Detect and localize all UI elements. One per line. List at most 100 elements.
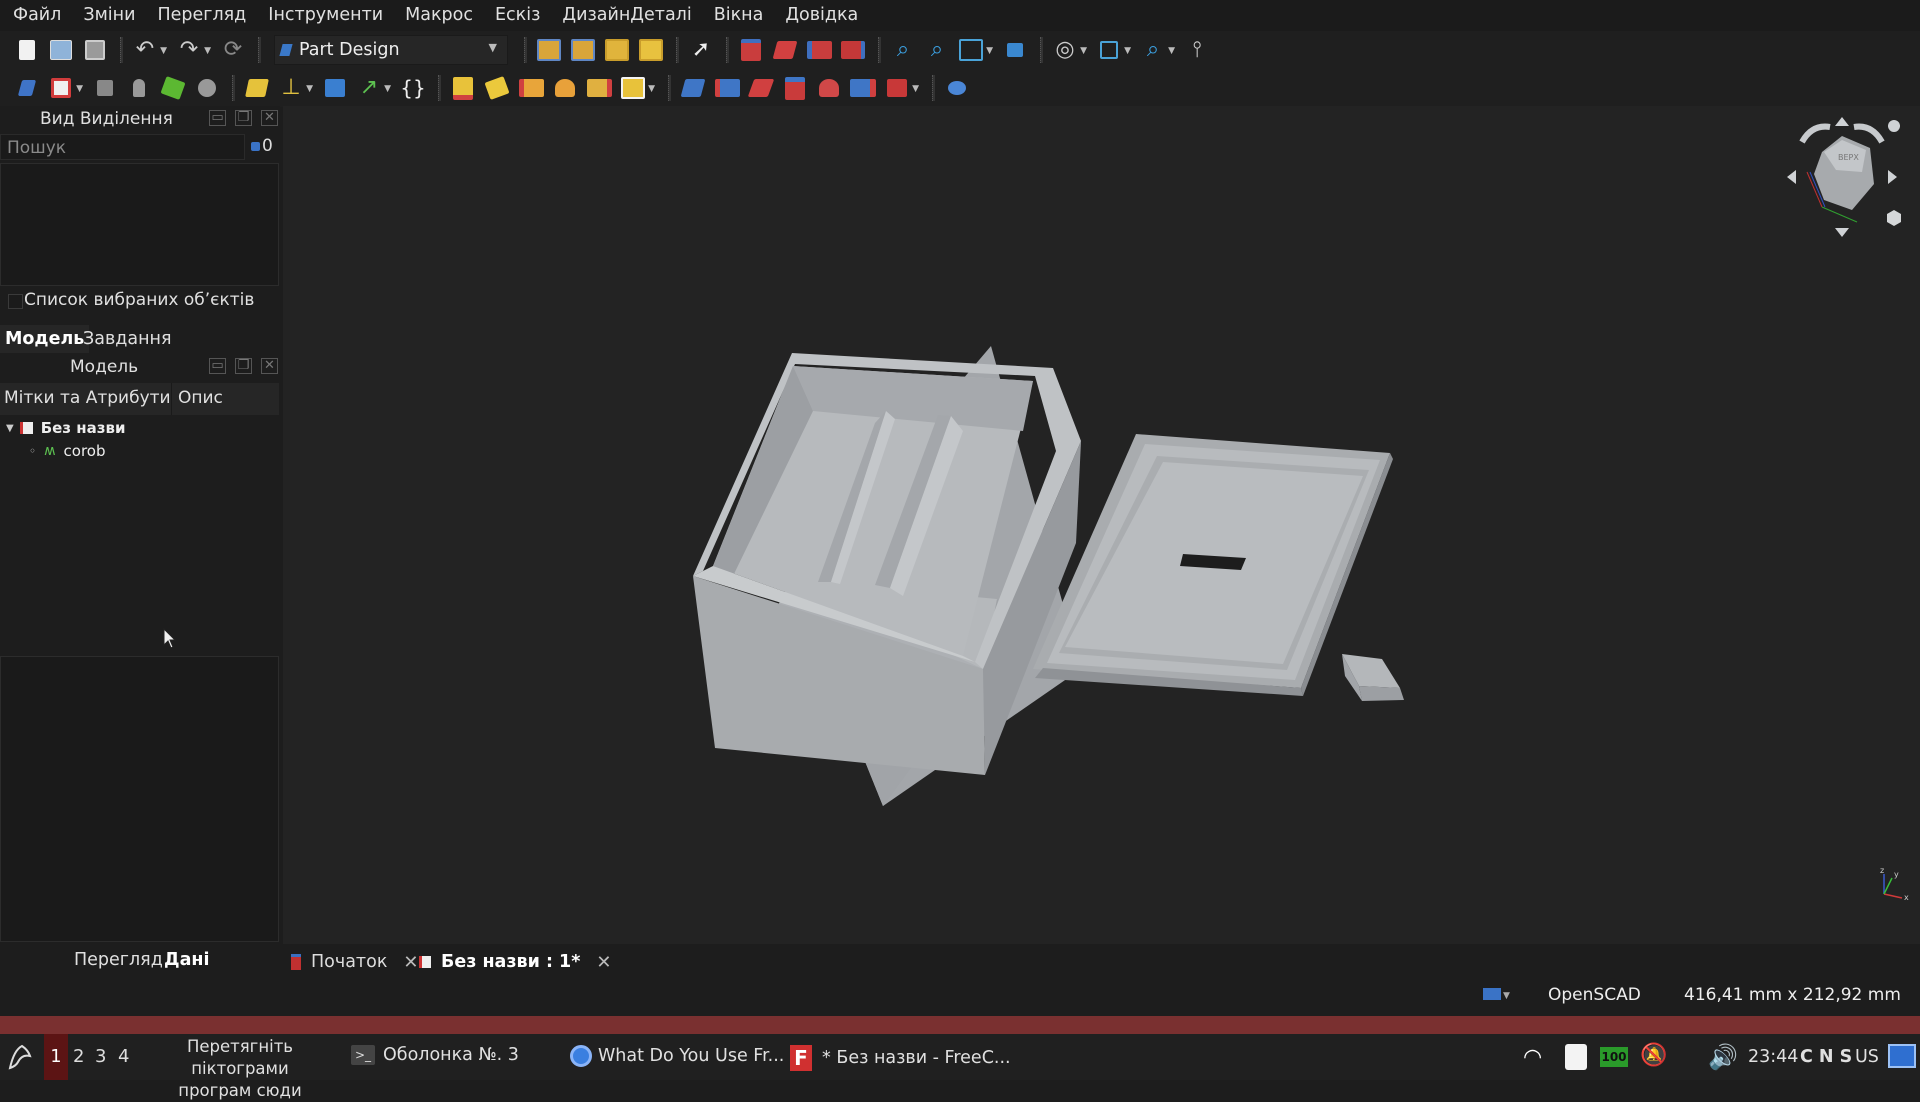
mirror-icon[interactable] bbox=[850, 75, 876, 101]
zoom-icon[interactable]: ⌕ ▼ bbox=[1140, 37, 1175, 63]
isometric-view-icon[interactable]: ▼ bbox=[1096, 37, 1131, 63]
visibility-eye-icon[interactable]: ◦ bbox=[29, 444, 36, 458]
menu-sketch[interactable]: Ескіз bbox=[484, 0, 551, 31]
tree-item-document[interactable]: ▼ Без назви bbox=[6, 419, 125, 437]
dock-float-icon[interactable]: ▭ bbox=[209, 110, 226, 126]
part-icon[interactable]: ▼ bbox=[48, 75, 83, 101]
attach-sketch-icon[interactable] bbox=[604, 37, 630, 63]
property-view[interactable] bbox=[0, 656, 279, 942]
draw-style-icon[interactable]: ◎ ▼ bbox=[1052, 37, 1087, 63]
tab-tasks[interactable]: Завдання bbox=[78, 325, 177, 353]
fillet-icon[interactable] bbox=[680, 75, 706, 101]
task-freecad[interactable]: F * Без назви - FreeC... bbox=[790, 1045, 1011, 1071]
selection-list[interactable] bbox=[0, 163, 279, 286]
save-icon[interactable] bbox=[82, 37, 108, 63]
pad-icon[interactable] bbox=[244, 75, 270, 101]
start-menu-icon[interactable] bbox=[6, 1042, 34, 1072]
workspace-1[interactable]: 1 bbox=[44, 1034, 68, 1080]
revolution-icon[interactable] bbox=[552, 75, 578, 101]
box-zoom-icon[interactable] bbox=[1002, 37, 1028, 63]
pocket-feature-icon[interactable] bbox=[484, 75, 510, 101]
menu-help[interactable]: Довідка bbox=[774, 0, 869, 31]
view-front-icon[interactable] bbox=[738, 37, 764, 63]
3d-viewport[interactable]: ВЕРХ z y x bbox=[283, 106, 1920, 944]
axis-icon[interactable]: ⊥ ▼ bbox=[278, 75, 313, 101]
tab-start-page[interactable]: Початок ✕ bbox=[291, 949, 419, 975]
search-input[interactable]: Пошук bbox=[0, 134, 245, 160]
view-rear-icon[interactable] bbox=[840, 37, 866, 63]
sub-shape-binder-icon[interactable] bbox=[160, 75, 186, 101]
expression-icon[interactable]: {} bbox=[400, 75, 426, 101]
workbench-selector[interactable]: Part Design ▼ bbox=[274, 35, 508, 65]
dock-detach-icon[interactable]: ❐ bbox=[235, 110, 252, 126]
close-icon[interactable]: ✕ bbox=[403, 952, 418, 973]
standard-views-icon[interactable]: ▼ bbox=[958, 37, 993, 63]
datum-icon[interactable] bbox=[194, 75, 220, 101]
thickness-icon[interactable] bbox=[782, 75, 808, 101]
lid-model[interactable] bbox=[1033, 434, 1393, 696]
keyboard-layout[interactable]: US bbox=[1855, 1047, 1879, 1067]
task-browser[interactable]: What Do You Use Fr... bbox=[570, 1045, 784, 1067]
new-sketch-icon[interactable] bbox=[570, 37, 596, 63]
open-document-icon[interactable] bbox=[48, 37, 74, 63]
navigation-style-label[interactable]: OpenSCAD bbox=[1548, 985, 1641, 1005]
clock[interactable]: 23:44 bbox=[1748, 1047, 1798, 1067]
groove-icon[interactable] bbox=[586, 75, 612, 101]
wifi-icon[interactable]: ◠ bbox=[1523, 1045, 1542, 1070]
column-labels[interactable]: Мітки та Атрибути bbox=[4, 388, 171, 408]
menu-tools[interactable]: Інструменти bbox=[257, 0, 394, 31]
shape-binder-icon[interactable] bbox=[126, 75, 152, 101]
battery-icon[interactable]: 100 bbox=[1600, 1047, 1628, 1067]
subtractive-icon[interactable] bbox=[816, 75, 842, 101]
tree-item-corob[interactable]: ◦ ʍ corob bbox=[29, 442, 106, 460]
boolean-icon[interactable] bbox=[944, 75, 970, 101]
folder-icon[interactable] bbox=[322, 75, 348, 101]
menu-file[interactable]: Файл bbox=[0, 0, 72, 31]
workspace-3[interactable]: 3 bbox=[95, 1046, 106, 1067]
hole-icon[interactable] bbox=[518, 75, 544, 101]
dock-float-icon[interactable]: ▭ bbox=[209, 358, 226, 374]
menu-edit[interactable]: Зміни bbox=[72, 0, 146, 31]
fit-selection-icon[interactable]: ⌕ bbox=[924, 37, 950, 63]
menu-part-design[interactable]: ДизайнДеталі bbox=[551, 0, 702, 31]
redo-icon[interactable]: ↷ ▼ bbox=[176, 37, 211, 63]
refresh-icon[interactable]: ⟳ bbox=[220, 37, 246, 63]
chamfer-icon[interactable] bbox=[714, 75, 740, 101]
expand-arrow-icon[interactable]: ▼ bbox=[6, 423, 14, 434]
menu-windows[interactable]: Вікна bbox=[703, 0, 775, 31]
dock-detach-icon[interactable]: ❐ bbox=[235, 358, 252, 374]
clipboard-icon[interactable] bbox=[1565, 1044, 1587, 1070]
menu-macro[interactable]: Макрос bbox=[394, 0, 484, 31]
close-icon[interactable]: ✕ bbox=[596, 952, 611, 973]
column-divider[interactable] bbox=[171, 383, 172, 415]
dock-close-icon[interactable]: ✕ bbox=[261, 358, 278, 374]
workspace-4[interactable]: 4 bbox=[118, 1046, 129, 1067]
workspace-2[interactable]: 2 bbox=[73, 1046, 84, 1067]
pad-feature-icon[interactable] bbox=[450, 75, 476, 101]
dock-close-icon[interactable]: ✕ bbox=[261, 110, 278, 126]
view-top-icon[interactable] bbox=[772, 37, 798, 63]
clone-icon[interactable] bbox=[92, 75, 118, 101]
notifications-muted-icon[interactable]: 🔕 bbox=[1640, 1043, 1667, 1068]
new-document-icon[interactable] bbox=[14, 37, 40, 63]
tab-property-view[interactable]: Перегляд bbox=[74, 948, 163, 972]
tab-property-data[interactable]: Дані bbox=[164, 948, 210, 972]
additive-primitive-icon[interactable]: ▼ bbox=[620, 75, 655, 101]
undo-icon[interactable]: ↶ ▼ bbox=[132, 37, 167, 63]
column-description[interactable]: Опис bbox=[178, 388, 223, 408]
small-block-model[interactable] bbox=[1342, 654, 1404, 701]
measure-icon[interactable]: ⫯ bbox=[1184, 37, 1210, 63]
draft-icon[interactable] bbox=[747, 75, 775, 101]
show-desktop-icon[interactable] bbox=[1888, 1044, 1916, 1068]
task-terminal[interactable]: >_ Оболонка №. 3 bbox=[351, 1045, 519, 1065]
menu-view[interactable]: Перегляд bbox=[146, 0, 257, 31]
box-model[interactable] bbox=[693, 346, 1081, 806]
validate-sketch-icon[interactable] bbox=[638, 37, 664, 63]
tab-document[interactable]: Без назви : 1* ✕ bbox=[419, 949, 611, 975]
picked-list-checkbox[interactable] bbox=[8, 294, 23, 309]
volume-icon[interactable]: 🔊 bbox=[1708, 1043, 1738, 1071]
navigation-cube[interactable]: ВЕРХ bbox=[1782, 112, 1912, 242]
view-right-icon[interactable] bbox=[806, 37, 832, 63]
new-body-icon[interactable] bbox=[536, 37, 562, 63]
polar-pattern-icon[interactable]: ▼ bbox=[884, 75, 919, 101]
